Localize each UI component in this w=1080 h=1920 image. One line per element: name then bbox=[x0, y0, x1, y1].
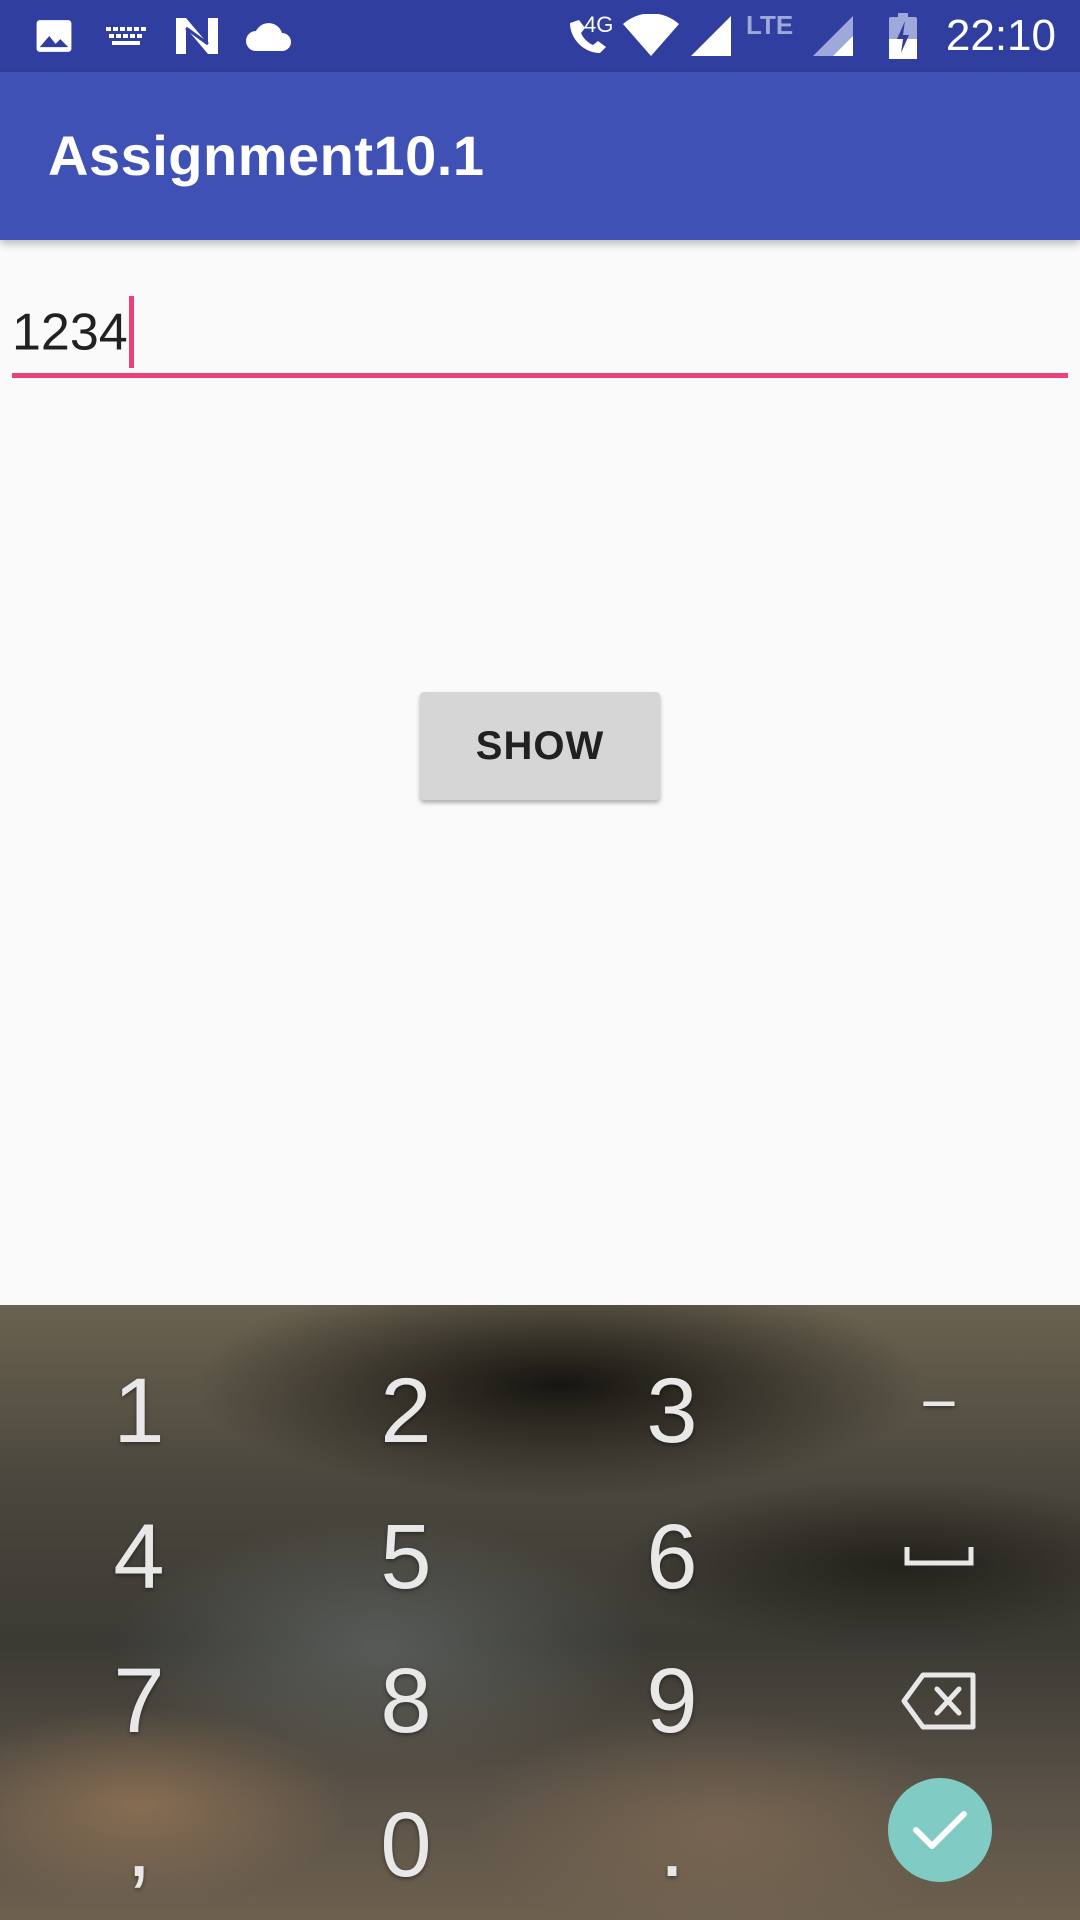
key-9[interactable]: 9 bbox=[537, 1631, 807, 1771]
key-minus[interactable]: − bbox=[804, 1333, 1074, 1473]
app-bar: Assignment10.1 bbox=[0, 72, 1080, 240]
checkmark-icon bbox=[913, 1811, 967, 1849]
number-input[interactable]: 1234 bbox=[12, 296, 134, 372]
battery-charging-icon bbox=[888, 13, 918, 59]
key-3[interactable]: 3 bbox=[537, 1341, 807, 1481]
keyboard-icon bbox=[104, 14, 148, 58]
show-button[interactable]: SHOW bbox=[420, 692, 660, 800]
key-4[interactable]: 4 bbox=[4, 1487, 274, 1627]
input-underline bbox=[12, 373, 1068, 378]
clock: 22:10 bbox=[945, 11, 1056, 60]
lte-label: LTE bbox=[746, 10, 794, 40]
text-cursor bbox=[128, 296, 134, 368]
lte-signal-icon bbox=[810, 14, 856, 58]
input-value: 1234 bbox=[12, 303, 128, 362]
key-1[interactable]: 1 bbox=[4, 1341, 274, 1481]
page-title: Assignment10.1 bbox=[48, 124, 485, 187]
key-6[interactable]: 6 bbox=[537, 1487, 807, 1627]
backspace-key[interactable] bbox=[804, 1631, 1074, 1771]
status-bar: 4G LTE 22:10 bbox=[0, 0, 1080, 72]
cloud-icon bbox=[244, 14, 294, 58]
key-5[interactable]: 5 bbox=[271, 1487, 541, 1627]
space-key[interactable] bbox=[804, 1487, 1074, 1627]
wifi-icon bbox=[622, 14, 680, 58]
done-key[interactable] bbox=[888, 1778, 992, 1882]
backspace-icon bbox=[901, 1672, 976, 1730]
n-icon bbox=[174, 14, 220, 58]
key-period[interactable]: . bbox=[537, 1775, 807, 1915]
key-7[interactable]: 7 bbox=[4, 1631, 274, 1771]
signal-icon bbox=[688, 14, 734, 58]
key-0[interactable]: 0 bbox=[271, 1775, 541, 1915]
key-8[interactable]: 8 bbox=[271, 1631, 541, 1771]
network-type-label: 4G bbox=[584, 12, 614, 37]
image-icon bbox=[34, 14, 74, 58]
number-input-field[interactable]: 1234 bbox=[12, 280, 1068, 380]
key-2[interactable]: 2 bbox=[271, 1341, 541, 1481]
space-icon bbox=[904, 1547, 974, 1566]
key-comma[interactable]: , bbox=[4, 1775, 274, 1915]
